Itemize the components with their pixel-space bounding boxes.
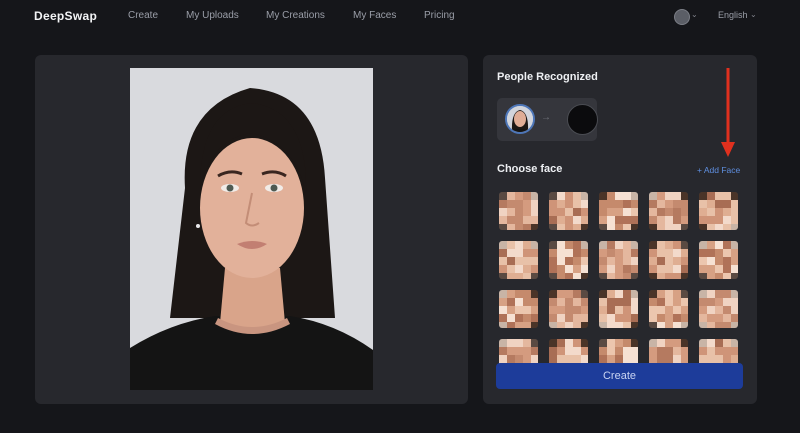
people-recognized-title: People Recognized bbox=[497, 71, 598, 83]
recognized-face-pair[interactable]: → bbox=[497, 98, 598, 141]
top-nav: DeepSwap Create My Uploads My Creations … bbox=[0, 0, 800, 34]
face-option-thumbnail[interactable] bbox=[499, 241, 538, 279]
add-face-link[interactable]: + Add Face bbox=[697, 165, 740, 175]
logo[interactable]: DeepSwap bbox=[34, 9, 97, 23]
nav-link-create[interactable]: Create bbox=[128, 10, 158, 21]
recognized-face-thumbnail[interactable] bbox=[505, 104, 535, 134]
face-option-thumbnail[interactable] bbox=[649, 290, 688, 328]
face-option-thumbnail[interactable] bbox=[599, 241, 638, 279]
face-option-thumbnail[interactable] bbox=[549, 192, 588, 230]
nav-link-my-uploads[interactable]: My Uploads bbox=[186, 10, 239, 21]
face-option-thumbnail[interactable] bbox=[649, 192, 688, 230]
uploaded-portrait-image bbox=[130, 68, 373, 390]
create-button[interactable]: Create bbox=[496, 363, 743, 389]
nav-link-my-faces[interactable]: My Faces bbox=[353, 10, 396, 21]
face-selection-panel: People Recognized → Choose face + Add Fa… bbox=[483, 55, 757, 404]
choose-face-title: Choose face bbox=[497, 163, 563, 175]
nav-link-pricing[interactable]: Pricing bbox=[424, 10, 455, 21]
face-option-thumbnail[interactable] bbox=[499, 290, 538, 328]
face-option-grid bbox=[499, 192, 749, 377]
face-option-thumbnail[interactable] bbox=[599, 290, 638, 328]
face-option-thumbnail[interactable] bbox=[549, 241, 588, 279]
face-option-thumbnail[interactable] bbox=[599, 192, 638, 230]
user-avatar-icon[interactable] bbox=[674, 9, 690, 25]
face-option-thumbnail[interactable] bbox=[699, 290, 738, 328]
face-option-thumbnail[interactable] bbox=[699, 192, 738, 230]
nav-link-my-creations[interactable]: My Creations bbox=[266, 10, 325, 21]
face-option-thumbnail[interactable] bbox=[649, 241, 688, 279]
chevron-down-icon[interactable]: ⌄ bbox=[691, 10, 698, 19]
target-face-slot[interactable] bbox=[567, 104, 598, 135]
face-option-thumbnail[interactable] bbox=[699, 241, 738, 279]
swap-arrow-icon: → bbox=[541, 112, 551, 123]
face-option-thumbnail[interactable] bbox=[499, 192, 538, 230]
chevron-down-icon[interactable]: ⌄ bbox=[750, 10, 757, 19]
language-selector[interactable]: English bbox=[718, 10, 748, 20]
face-option-thumbnail[interactable] bbox=[549, 290, 588, 328]
